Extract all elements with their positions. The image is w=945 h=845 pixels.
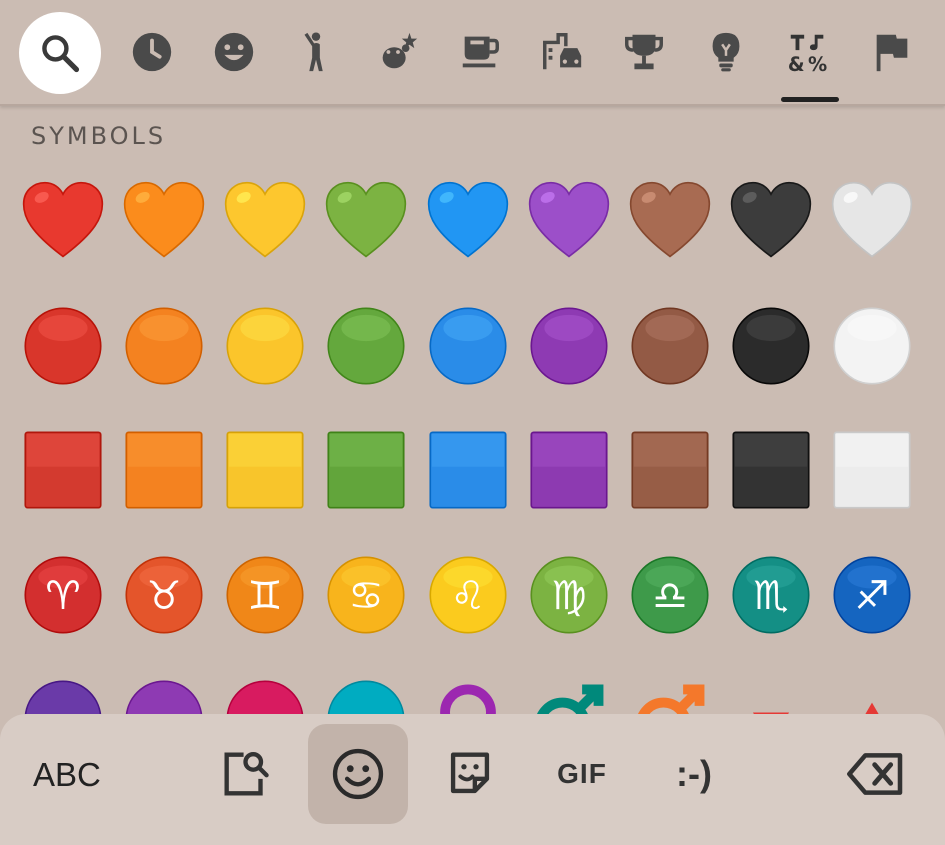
emoji-square-1[interactable] (13, 420, 113, 520)
svg-text:♉: ♉ (146, 573, 181, 619)
emoji-heart-4[interactable] (316, 172, 416, 272)
emoji-heart-5[interactable] (418, 172, 518, 272)
svg-text:♍: ♍ (551, 573, 586, 619)
gif-icon: GIF (557, 758, 607, 789)
clipboard-search-icon (224, 752, 269, 796)
sticker-button[interactable] (420, 724, 520, 824)
emoji-square-2[interactable] (114, 420, 214, 520)
emoji-zodiac-8[interactable]: ♏ (721, 545, 821, 645)
emoji-circle-8[interactable] (721, 296, 821, 396)
svg-text:♌: ♌ (450, 573, 485, 619)
emoji-circle-3[interactable] (215, 296, 315, 396)
emoji-heart-8[interactable] (721, 172, 821, 272)
emoticon-button[interactable]: :-) (644, 724, 744, 824)
emoji-circle-9[interactable] (822, 296, 922, 396)
emoji-zodiac-2[interactable]: ♉ (114, 545, 214, 645)
emoji-heart-3[interactable] (215, 172, 315, 272)
emoji-zodiac-7[interactable]: ♎ (620, 545, 720, 645)
emoji-zodiac-9[interactable]: ♐ (822, 545, 922, 645)
emoji-square-9[interactable] (822, 420, 922, 520)
svg-text:♐: ♐ (854, 573, 889, 619)
emoji-zodiac-4[interactable]: ♋ (316, 545, 416, 645)
svg-text:♎: ♎ (652, 573, 687, 619)
emoticon-icon: :-) (676, 753, 712, 794)
emoji-zodiac-1[interactable]: ♈ (13, 545, 113, 645)
abc-keyboard-button[interactable]: ABC (33, 756, 101, 794)
emoji-heart-2[interactable] (114, 172, 214, 272)
svg-text:♏: ♏ (753, 573, 788, 619)
emoji-heart-9[interactable] (822, 172, 922, 272)
emoji-heart-7[interactable] (620, 172, 720, 272)
svg-text:♈: ♈ (45, 573, 80, 619)
emoji-smiley-icon (332, 748, 384, 800)
emoji-square-6[interactable] (519, 420, 619, 520)
emoji-square-8[interactable] (721, 420, 821, 520)
emoji-circle-7[interactable] (620, 296, 720, 396)
svg-text:♋: ♋ (348, 573, 383, 619)
clipboard-search-button[interactable] (196, 724, 296, 824)
gif-button[interactable]: GIF (532, 724, 632, 824)
emoji-circle-5[interactable] (418, 296, 518, 396)
emoji-zodiac-3[interactable]: ♊ (215, 545, 315, 645)
emoji-square-3[interactable] (215, 420, 315, 520)
emoji-zodiac-6[interactable]: ♍ (519, 545, 619, 645)
emoji-circle-6[interactable] (519, 296, 619, 396)
backspace-button[interactable] (826, 724, 926, 824)
emoji-heart-1[interactable] (13, 172, 113, 272)
emoji-heart-6[interactable] (519, 172, 619, 272)
emoji-square-4[interactable] (316, 420, 416, 520)
emoji-circle-1[interactable] (13, 296, 113, 396)
emoji-square-7[interactable] (620, 420, 720, 520)
sticker-icon (450, 752, 490, 794)
emoji-circle-4[interactable] (316, 296, 416, 396)
backspace-icon (847, 753, 903, 795)
emoji-keyboard-button[interactable] (308, 724, 408, 824)
svg-text:♊: ♊ (247, 573, 282, 619)
emoji-square-5[interactable] (418, 420, 518, 520)
emoji-zodiac-5[interactable]: ♌ (418, 545, 518, 645)
emoji-circle-2[interactable] (114, 296, 214, 396)
